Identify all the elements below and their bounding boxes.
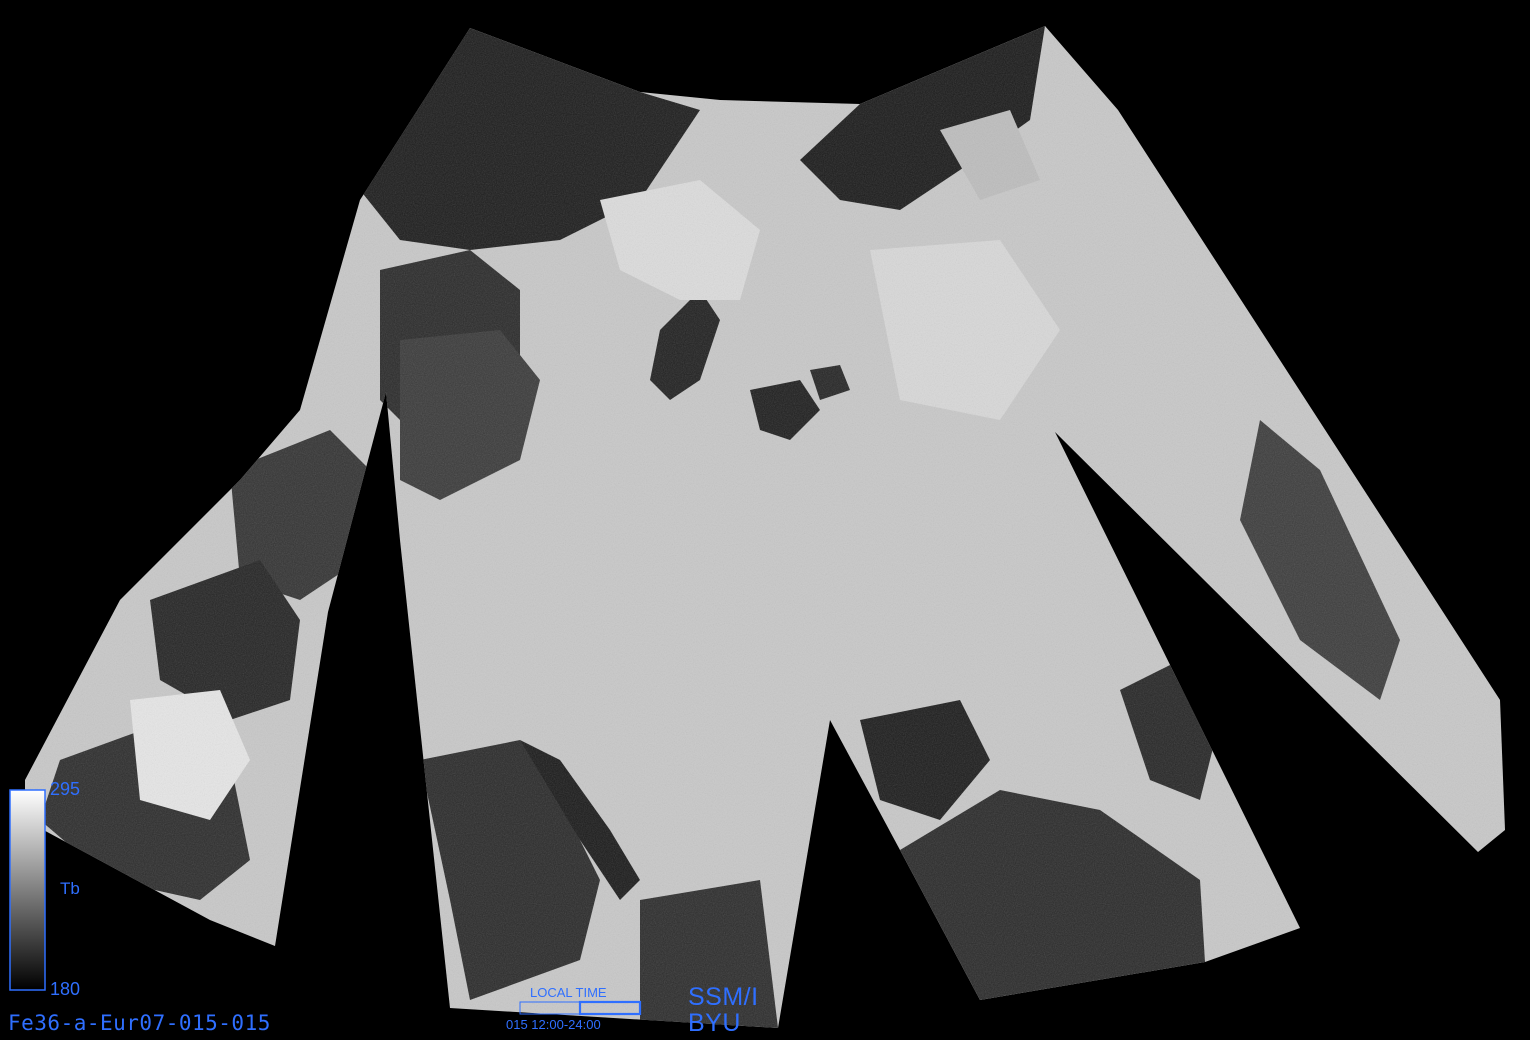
colorbar-min-label: 180 <box>50 979 81 999</box>
local-time-title: LOCAL TIME <box>530 985 607 1000</box>
image-id-label: Fe36-a-Eur07-015-015 <box>8 1011 271 1035</box>
colorbar-max-label: 295 <box>50 779 81 799</box>
colorbar-variable-label: Tb <box>60 879 80 898</box>
agency-label: BYU <box>688 1009 741 1037</box>
sensor-label: SSM/I <box>688 983 759 1011</box>
swath-imagery <box>25 26 1505 1028</box>
satellite-swath-map <box>9 26 1505 1028</box>
local-time-range: 015 12:00-24:00 <box>506 1017 601 1032</box>
colorbar <box>9 789 46 991</box>
